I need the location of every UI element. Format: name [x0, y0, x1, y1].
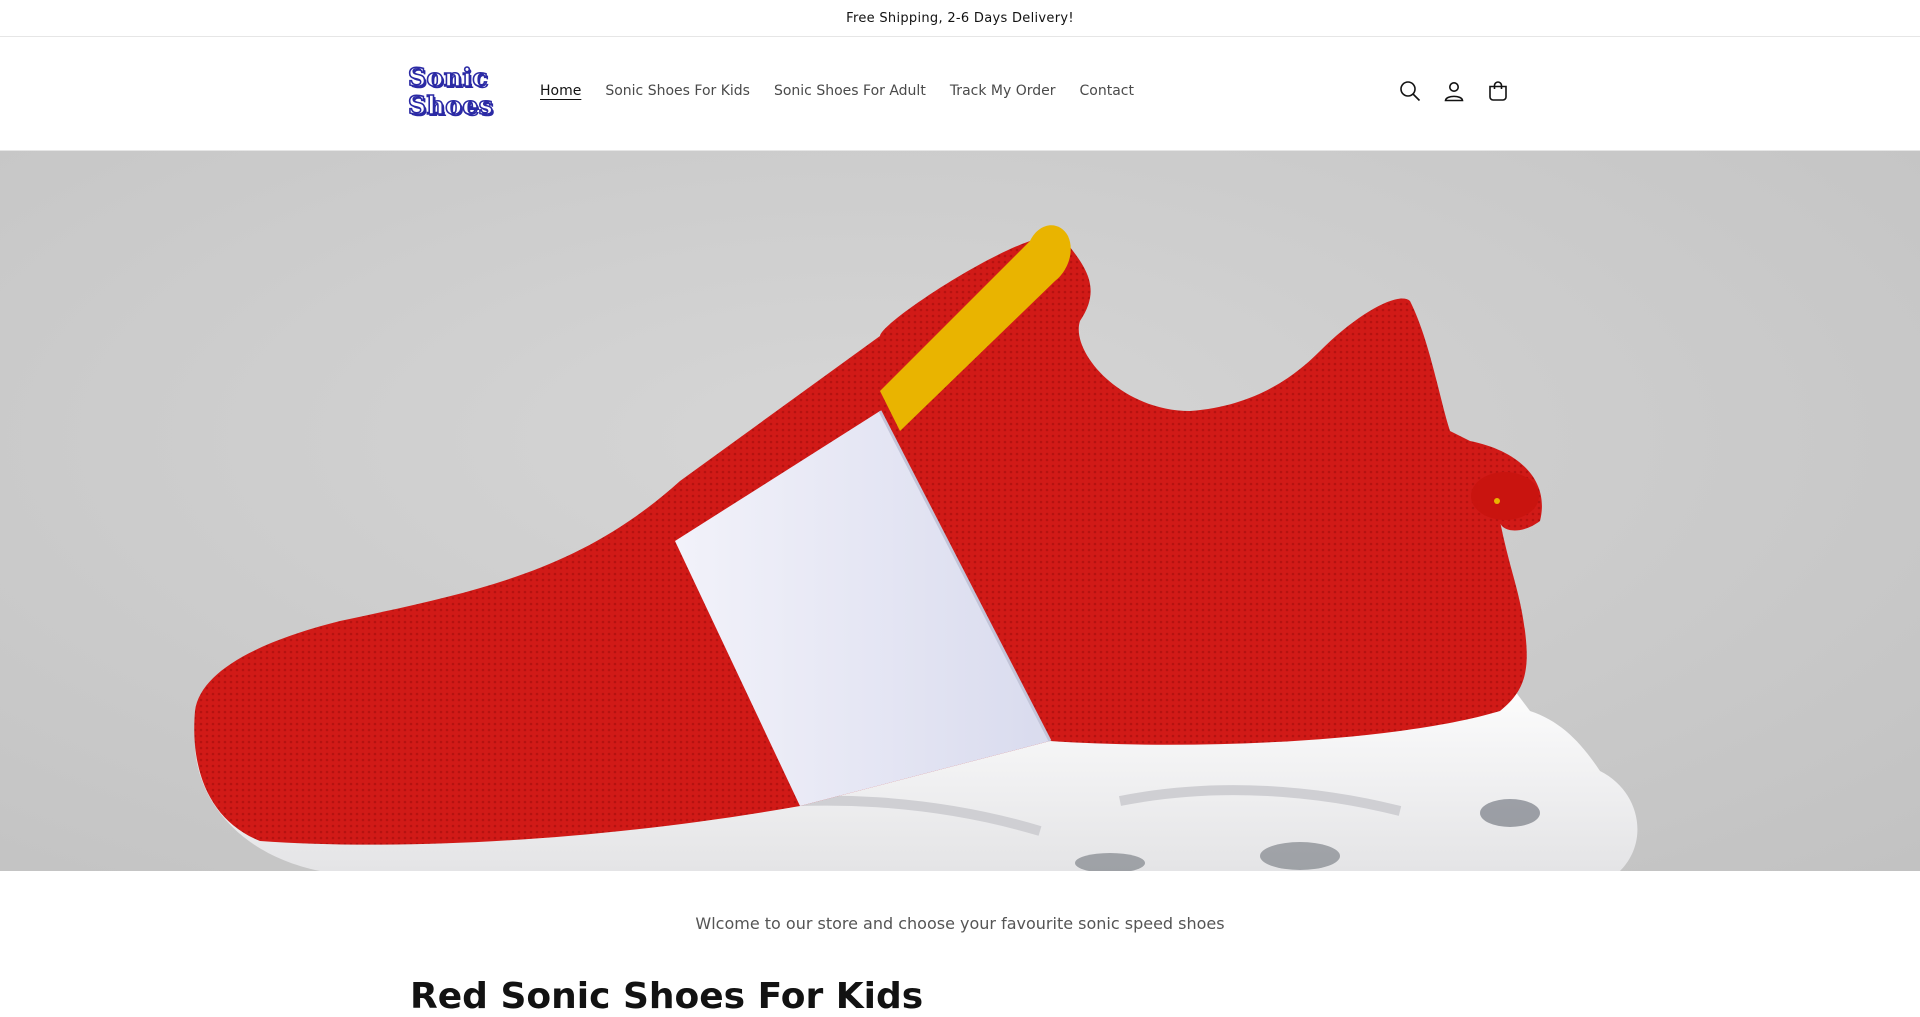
logo-line-1: Sonic [407, 63, 489, 93]
cart-icon[interactable] [1486, 79, 1510, 103]
section-heading: Red Sonic Shoes For Kids [410, 976, 924, 1017]
hero-banner[interactable] [0, 151, 1920, 871]
logo[interactable]: Sonic Shoes [407, 61, 504, 123]
announcement-text: Free Shipping, 2-6 Days Delivery! [846, 10, 1074, 26]
nav-sonic-shoes-for-adult[interactable]: Sonic Shoes For Adult [774, 83, 926, 99]
nav-contact[interactable]: Contact [1080, 83, 1134, 99]
nav-home[interactable]: Home [540, 83, 581, 99]
hero-sneaker-image [194, 225, 1638, 871]
logo-line-2: Shoes [407, 91, 494, 121]
search-icon[interactable] [1398, 79, 1422, 103]
nav-track-my-order[interactable]: Track My Order [950, 83, 1056, 99]
header-icons [1398, 79, 1510, 103]
site-header: Sonic Shoes Home Sonic Shoes For Kids So… [0, 37, 1920, 151]
account-icon[interactable] [1442, 79, 1466, 103]
announcement-bar: Free Shipping, 2-6 Days Delivery! [0, 0, 1920, 37]
main-nav: Home Sonic Shoes For Kids Sonic Shoes Fo… [540, 83, 1134, 99]
welcome-text: Wlcome to our store and choose your favo… [695, 914, 1225, 933]
nav-sonic-shoes-for-kids[interactable]: Sonic Shoes For Kids [605, 83, 750, 99]
